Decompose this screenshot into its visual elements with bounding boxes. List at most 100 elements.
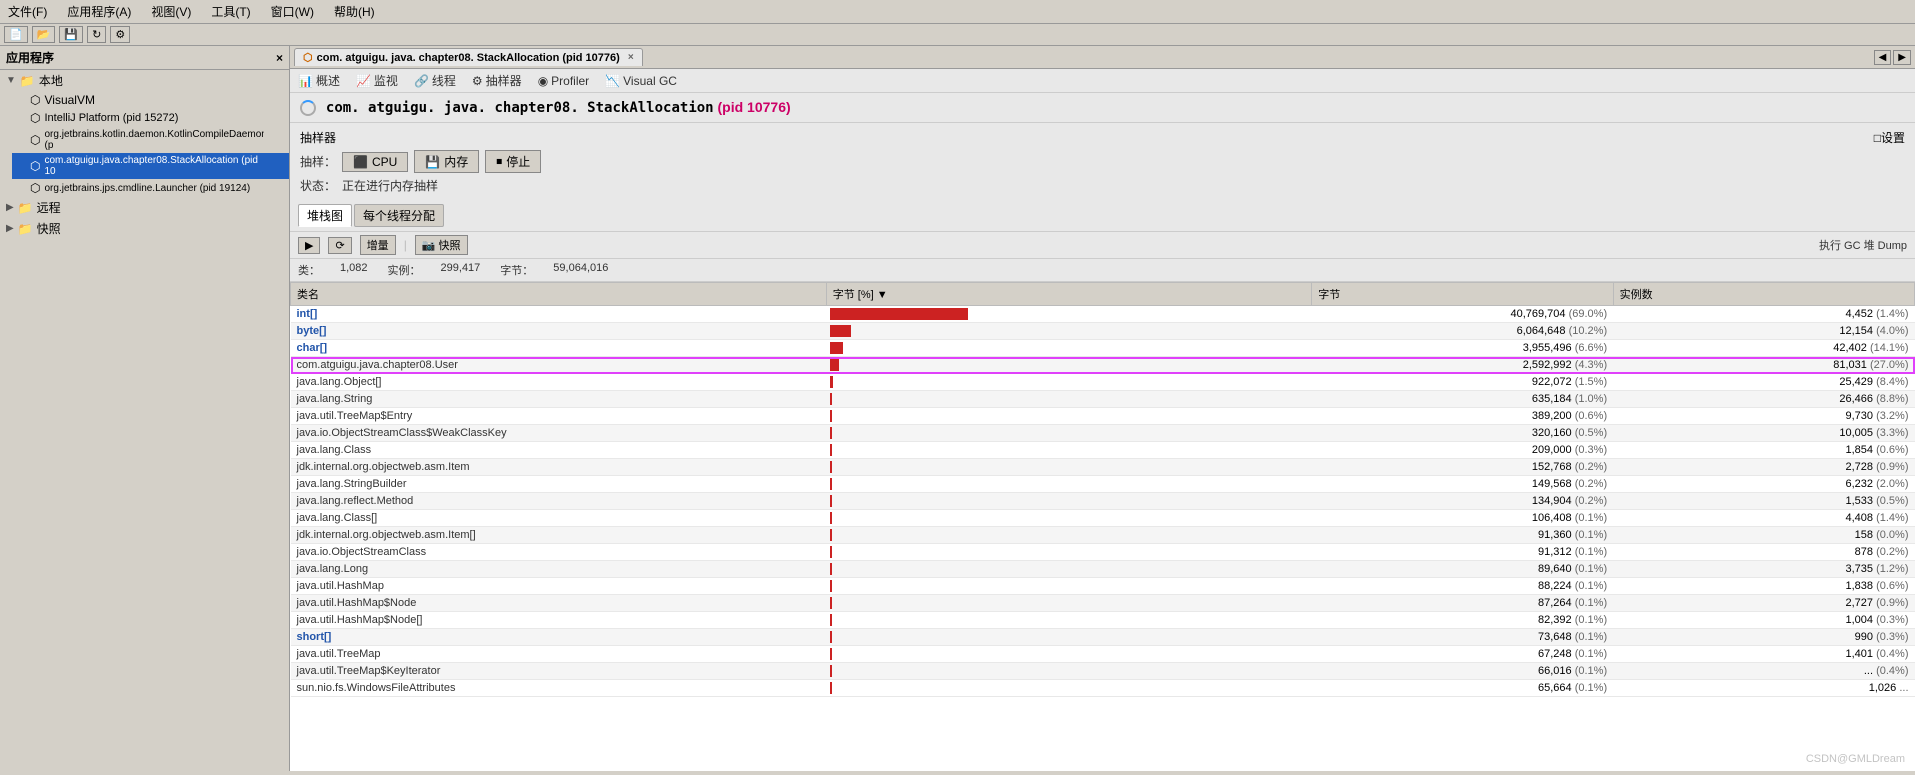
table-row[interactable]: java.lang.reflect.Method 134,904 (0.2%) …	[291, 493, 1915, 510]
subtoolbar-overview[interactable]: 📊 概述	[298, 72, 340, 89]
cell-bar	[826, 561, 1312, 578]
cpu-button[interactable]: ⬛ CPU	[342, 152, 408, 172]
table-row[interactable]: java.lang.String 635,184 (1.0%) 26,466 (…	[291, 391, 1915, 408]
cell-bytes: 106,408 (0.1%)	[1312, 510, 1613, 527]
subtoolbar-profiler[interactable]: ◉ Profiler	[538, 74, 590, 88]
table-row[interactable]: java.util.TreeMap$KeyIterator 66,016 (0.…	[291, 663, 1915, 680]
sidebar-local-label: 本地	[39, 72, 63, 89]
settings-button[interactable]: □设置	[1874, 129, 1905, 146]
threads-icon: 🔗	[414, 74, 429, 88]
subtoolbar-monitor[interactable]: 📈 监视	[356, 72, 398, 89]
subtoolbar-visualgc[interactable]: 📉 Visual GC	[605, 74, 677, 88]
toolbar-save[interactable]: 💾	[59, 26, 83, 43]
sub-toolbar: 📊 概述 📈 监视 🔗 线程 ⚙ 抽样器 ◉ Profiler 📉 Visu	[290, 69, 1915, 93]
toolbar-open[interactable]: 📂	[32, 26, 56, 43]
col-bytes-pct[interactable]: 字节 [%] ▼	[826, 283, 1312, 306]
menu-file[interactable]: 文件(F)	[4, 2, 51, 21]
tab-thread-alloc[interactable]: 每个线程分配	[354, 204, 444, 227]
sidebar-remote-label: 远程	[37, 199, 61, 216]
table-row[interactable]: java.util.HashMap$Node 87,264 (0.1%) 2,7…	[291, 595, 1915, 612]
table-row[interactable]: byte[] 6,064,648 (10.2%) 12,154 (4.0%)	[291, 323, 1915, 340]
cell-classname: java.util.HashMap$Node[]	[291, 612, 827, 629]
menu-app[interactable]: 应用程序(A)	[63, 2, 135, 21]
main-tab[interactable]: ⬡ com. atguigu. java. chapter08. StackAl…	[294, 48, 643, 66]
cell-instances: 878 (0.2%)	[1613, 544, 1914, 561]
table-row[interactable]: short[] 73,648 (0.1%) 990 (0.3%)	[291, 629, 1915, 646]
table-row[interactable]: jdk.internal.org.objectweb.asm.Item[] 91…	[291, 527, 1915, 544]
table-row[interactable]: java.util.HashMap$Node[] 82,392 (0.1%) 1…	[291, 612, 1915, 629]
table-row[interactable]: com.atguigu.java.chapter08.User 2,592,99…	[291, 357, 1915, 374]
cell-classname: java.io.ObjectStreamClass	[291, 544, 827, 561]
pause-btn[interactable]: ⟳	[328, 237, 351, 254]
col-instances[interactable]: 实例数	[1613, 283, 1914, 306]
stop-button[interactable]: ⏹ 停止	[485, 150, 541, 173]
toolbar-extra[interactable]: ⚙	[110, 26, 130, 43]
cell-bytes: 91,360 (0.1%)	[1312, 527, 1613, 544]
toolbar-refresh[interactable]: ↻	[87, 26, 106, 43]
table-row[interactable]: java.util.HashMap 88,224 (0.1%) 1,838 (0…	[291, 578, 1915, 595]
tab-close-btn[interactable]: ×	[628, 52, 634, 63]
cell-instances: 2,727 (0.9%)	[1613, 595, 1914, 612]
sidebar-item-stackalloc[interactable]: ⬡ com.atguigu.java.chapter08.StackAlloca…	[12, 153, 289, 179]
cell-classname: java.io.ObjectStreamClass$WeakClassKey	[291, 425, 827, 442]
sidebar-item-intellij[interactable]: ⬡ IntelliJ Platform (pid 15272)	[12, 109, 289, 127]
sidebar-item-launcher[interactable]: ⬡ org.jetbrains.jps.cmdline.Launcher (pi…	[12, 179, 289, 197]
bytes-value: 59,064,016	[553, 262, 608, 278]
sidebar-item-snapshot[interactable]: ▶ 📁 快照	[0, 218, 289, 239]
table-row[interactable]: int[] 40,769,704 (69.0%) 4,452 (1.4%)	[291, 306, 1915, 323]
table-row[interactable]: java.util.TreeMap$Entry 389,200 (0.6%) 9…	[291, 408, 1915, 425]
menu-help[interactable]: 帮助(H)	[330, 2, 379, 21]
process-pid: (pid 10776)	[718, 99, 791, 115]
cell-instances: 158 (0.0%)	[1613, 527, 1914, 544]
increment-btn[interactable]: 增量	[360, 235, 396, 255]
tab-heap-stack[interactable]: 堆栈图	[298, 204, 352, 227]
cell-classname: java.lang.reflect.Method	[291, 493, 827, 510]
sidebar-local-group: ⬡ VisualVM ⬡ IntelliJ Platform (pid 1527…	[0, 91, 289, 197]
monitor-label: 监视	[374, 72, 398, 89]
visualgc-label: Visual GC	[623, 74, 677, 88]
table-row[interactable]: java.util.TreeMap 67,248 (0.1%) 1,401 (0…	[291, 646, 1915, 663]
sidebar-title: 应用程序	[6, 49, 54, 66]
table-row[interactable]: java.lang.Object[] 922,072 (1.5%) 25,429…	[291, 374, 1915, 391]
table-row[interactable]: java.lang.Long 89,640 (0.1%) 3,735 (1.2%…	[291, 561, 1915, 578]
menu-view[interactable]: 视图(V)	[147, 2, 195, 21]
table-row[interactable]: java.lang.StringBuilder 149,568 (0.2%) 6…	[291, 476, 1915, 493]
subtoolbar-sampler[interactable]: ⚙ 抽样器	[472, 72, 522, 89]
snapshot-folder-icon: 📁	[18, 222, 33, 236]
table-row[interactable]: char[] 3,955,496 (6.6%) 42,402 (14.1%)	[291, 340, 1915, 357]
subtoolbar-threads[interactable]: 🔗 线程	[414, 72, 456, 89]
sidebar-item-local[interactable]: ▼ 📁 本地	[0, 70, 289, 91]
cell-bar	[826, 340, 1312, 357]
col-classname[interactable]: 类名	[291, 283, 827, 306]
right-actions: 执行 GC 堆 Dump	[1819, 237, 1907, 253]
table-row[interactable]: java.lang.Class[] 106,408 (0.1%) 4,408 (…	[291, 510, 1915, 527]
sidebar-item-remote[interactable]: ▶ 📁 远程	[0, 197, 289, 218]
cell-classname: java.lang.Class	[291, 442, 827, 459]
tab-next-btn[interactable]: ▶	[1893, 50, 1911, 65]
cell-bytes: 67,248 (0.1%)	[1312, 646, 1613, 663]
table-row[interactable]: jdk.internal.org.objectweb.asm.Item 152,…	[291, 459, 1915, 476]
memory-button[interactable]: 💾 内存	[414, 150, 479, 173]
col-bytes[interactable]: 字节	[1312, 283, 1613, 306]
sidebar-item-visualvm[interactable]: ⬡ VisualVM	[12, 91, 289, 109]
sidebar-item-kotlin[interactable]: ⬡ org.jetbrains.kotlin.daemon.KotlinComp…	[12, 127, 289, 153]
sampler-label: 抽样器	[486, 72, 522, 89]
cell-bar	[826, 442, 1312, 459]
table-row[interactable]: java.lang.Class 209,000 (0.3%) 1,854 (0.…	[291, 442, 1915, 459]
sidebar-stackalloc-label: com.atguigu.java.chapter08.StackAllocati…	[44, 155, 264, 177]
table-row[interactable]: java.io.ObjectStreamClass$WeakClassKey 3…	[291, 425, 1915, 442]
expand-icon-remote: ▶	[6, 202, 14, 213]
snapshot-btn[interactable]: 📷 快照	[415, 235, 468, 255]
menu-tools[interactable]: 工具(T)	[207, 2, 254, 21]
cell-classname: short[]	[291, 629, 827, 646]
sidebar-visualvm-label: VisualVM	[44, 93, 94, 107]
cell-bar	[826, 595, 1312, 612]
menu-window[interactable]: 窗口(W)	[267, 2, 318, 21]
visualgc-icon: 📉	[605, 74, 620, 88]
table-row[interactable]: java.io.ObjectStreamClass 91,312 (0.1%) …	[291, 544, 1915, 561]
table-row[interactable]: sun.nio.fs.WindowsFileAttributes 65,664 …	[291, 680, 1915, 697]
tab-prev-btn[interactable]: ◀	[1874, 50, 1892, 65]
play-btn[interactable]: ▶	[298, 237, 320, 254]
sidebar-close-icon[interactable]: ×	[276, 51, 283, 65]
toolbar-new[interactable]: 📄	[4, 26, 28, 43]
